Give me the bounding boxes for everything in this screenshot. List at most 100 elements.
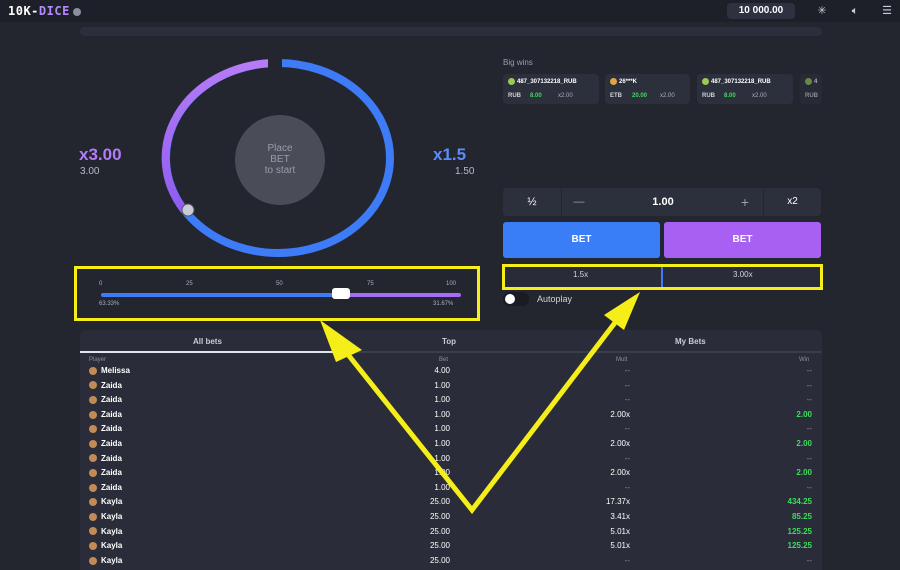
avatar-icon [89,425,97,434]
player-name: Zaida [101,439,122,448]
avatar-icon [89,469,97,478]
table-row: Kayla 25.00 5.01x 125.25 [80,527,822,541]
mult-cell: 17.37x [605,497,630,507]
win-cell: -- [806,453,812,463]
big-win-card-partial[interactable]: 4 RUB [800,74,822,104]
win-multiplier: x2.00 [752,93,767,99]
snowflake-icon[interactable]: ✳ [815,4,829,18]
active-tab-indicator [80,351,340,353]
mult-cell: -- [624,424,630,434]
avatar-icon [610,78,617,85]
menu-icon[interactable]: ☰ [880,4,894,18]
mult-cell: -- [624,453,630,463]
slider-tick-100: 100 [446,281,457,287]
win-cell: -- [806,395,812,405]
player-name: Kayla [101,512,123,521]
coin-icon [508,78,515,85]
tab-top[interactable]: Top [442,337,456,346]
avatar-icon [89,556,97,565]
avatar-icon [89,483,97,492]
win-cell: -- [806,424,812,434]
avatar-icon [89,454,97,463]
player-cell: Kayla [89,512,122,521]
bet-button-low[interactable]: BET [503,222,660,258]
tab-my-bets[interactable]: My Bets [675,337,706,346]
half-stake-button[interactable]: ½ [503,188,561,216]
slider-right-percent: 31.67% [433,301,454,307]
slider-handle[interactable] [332,288,350,299]
player-cell: Zaida [89,439,122,448]
mult-cell: -- [624,366,630,375]
target-divider [661,267,663,287]
player-name: Zaida [101,424,122,434]
table-row: Zaida 1.00 -- -- [80,381,822,395]
mult-cell: -- [624,380,630,390]
bet-cell: 1.00 [434,439,450,448]
bet-cell: 1.00 [434,482,450,492]
toggle-knob [505,294,515,304]
balance-display: 10 000.00 [727,3,795,19]
slider-track[interactable] [101,293,461,297]
player-cell: Zaida [89,424,122,433]
avatar-icon [89,396,97,405]
win-currency: RUB [508,93,521,99]
big-win-card[interactable]: 26***K ETB 20.00 x2.00 [605,74,690,104]
col-header-mult: Mult [616,357,628,363]
sound-icon[interactable]: 🔈︎ [848,4,862,18]
increase-stake-button[interactable]: + [733,188,757,216]
win-cell: 2.00 [796,468,812,478]
table-row: Zaida 1.00 2.00x 2.00 [80,468,822,482]
mult-cell: 3.41x [610,512,630,521]
player-name: Kayla [101,526,123,536]
slider-tick-25: 25 [186,281,193,287]
info-icon[interactable] [72,7,81,16]
col-header-bet: Bet [439,357,449,363]
win-amount: 8.00 [724,93,736,99]
big-win-card[interactable]: 487_307132218_RUB RUB 8.00 x2.00 [697,74,793,104]
place-bet-message: Place BET to start [235,143,325,176]
slider-tick-50: 50 [276,281,283,287]
player-cell: Zaida [89,483,122,492]
table-row: Melissa 4.00 -- -- [80,366,822,380]
decrease-stake-button[interactable]: — [567,188,591,216]
player-cell: Zaida [89,454,122,463]
bet-cell: 4.00 [434,366,450,375]
mult-cell: -- [624,482,630,492]
mult-cell: 2.00x [610,439,630,448]
player-name: Kayla [101,555,123,565]
slider-tick-75: 75 [367,281,374,287]
avatar-icon [89,498,97,507]
win-cell: -- [806,366,812,375]
avatar-icon [89,542,97,551]
win-currency: ETB [610,93,622,99]
table-row: Kayla 25.00 3.41x 85.25 [80,512,822,526]
tab-all-bets[interactable]: All bets [193,337,222,346]
mult-cell: 2.00x [610,468,630,478]
win-cell: -- [806,555,812,565]
bet-cell: 1.00 [434,453,450,463]
autoplay-label: Autoplay [537,294,573,304]
arrowhead-right [604,292,640,330]
win-cell: 2.00 [796,439,812,448]
left-multiplier: x3.00 [79,145,122,164]
win-cell: 2.00 [796,409,812,419]
player-cell: Kayla [89,497,122,506]
player-name: Zaida [101,453,122,463]
win-player: 26***K [619,79,638,86]
coin-icon [702,78,709,85]
bet-cell: 1.00 [434,409,450,419]
table-row: Zaida 1.00 -- -- [80,395,822,409]
autoplay-toggle[interactable] [503,292,529,306]
win-cell: -- [806,380,812,390]
mult-cell: 5.01x [610,526,630,536]
big-win-card[interactable]: 487_307132218_RUB RUB 8.00 x2.00 [503,74,599,104]
stake-amount-input[interactable]: 1.00 [613,188,713,216]
player-name: Zaida [101,395,122,405]
avatar-icon [89,512,97,521]
double-stake-button[interactable]: x2 [764,188,821,216]
table-row: Zaida 1.00 -- -- [80,424,822,438]
player-cell: Zaida [89,468,122,477]
win-player: 487_307132218_RUB [711,79,771,86]
bet-button-high[interactable]: BET [664,222,821,258]
logo-text-part1: 10K- [8,4,39,18]
